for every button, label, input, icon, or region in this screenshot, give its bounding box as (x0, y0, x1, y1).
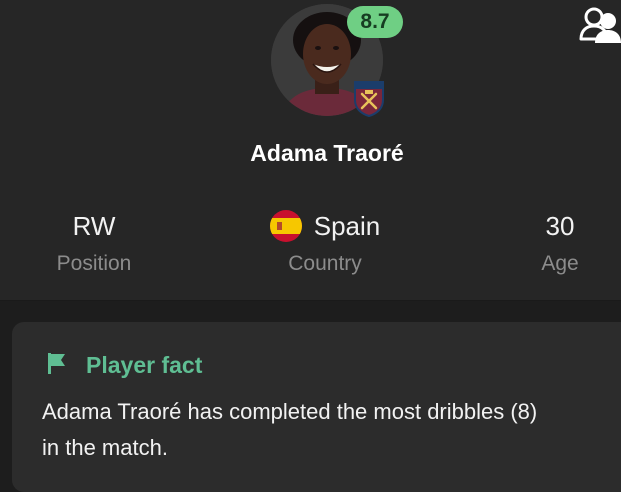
fact-text: Adama Traoré has completed the most drib… (42, 399, 538, 460)
stat-age: 30 Age (510, 210, 610, 276)
compare-players-icon[interactable] (578, 6, 621, 46)
rating-badge: 8.7 (347, 6, 403, 38)
fact-title: Player fact (86, 352, 203, 378)
spain-flag-icon (269, 210, 302, 242)
country-value: Spain (313, 211, 381, 241)
age-value: 30 (545, 211, 575, 241)
position-value: RW (72, 211, 116, 241)
player-name: Adama Traoré (250, 140, 404, 166)
age-label: Age (541, 252, 579, 275)
flag-icon (46, 351, 68, 380)
player-card-screen: 8.7 Adama Traoré RW Position Spain Count… (0, 0, 621, 492)
player-fact-card: Player fact Adama Traoré has completed t… (12, 322, 621, 492)
fact-header: Player fact (46, 351, 202, 380)
position-label: Position (56, 252, 132, 275)
stat-country[interactable]: Spain Country (250, 210, 400, 276)
country-label: Country (288, 252, 362, 275)
club-crest-icon[interactable] (350, 79, 388, 118)
stat-position: RW Position (24, 210, 164, 276)
country-value-row: Spain (250, 210, 400, 242)
